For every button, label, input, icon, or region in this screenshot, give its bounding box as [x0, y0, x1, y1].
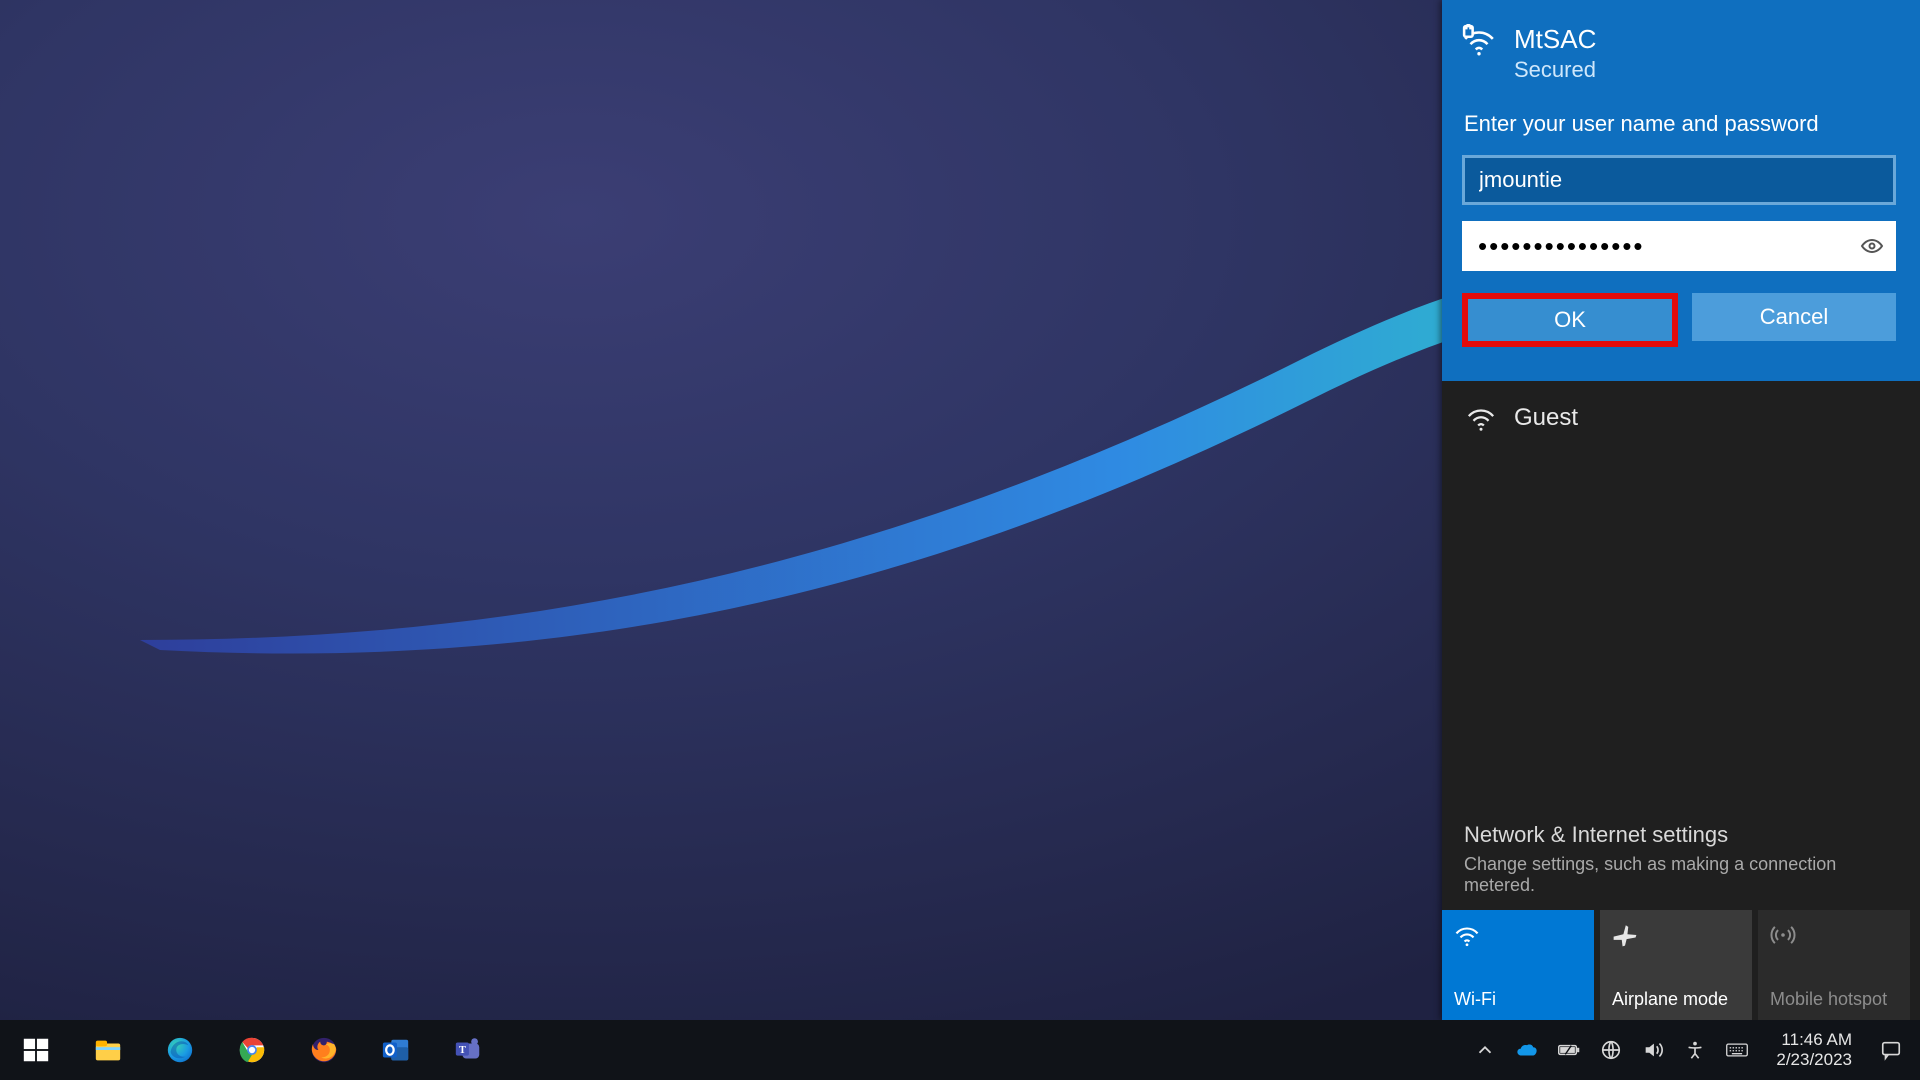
battery-icon[interactable] [1558, 1039, 1580, 1061]
quick-action-tiles: Wi-Fi Airplane mode Mobile hotspot [1442, 910, 1920, 1020]
tile-airplane[interactable]: Airplane mode [1600, 910, 1752, 1020]
tile-airplane-label: Airplane mode [1612, 989, 1740, 1010]
action-center-icon[interactable] [1880, 1039, 1902, 1061]
password-input[interactable] [1462, 221, 1896, 271]
airplane-icon [1612, 922, 1638, 948]
taskbar-date: 2/23/2023 [1776, 1050, 1852, 1070]
taskbar: T 11:46 AM 2/23/2023 [0, 1020, 1920, 1080]
username-input[interactable] [1462, 155, 1896, 205]
network-item-label: Guest [1514, 404, 1578, 432]
volume-icon[interactable] [1642, 1039, 1664, 1061]
tile-hotspot-label: Mobile hotspot [1770, 989, 1898, 1010]
taskbar-clock[interactable]: 11:46 AM 2/23/2023 [1768, 1030, 1860, 1069]
keyboard-icon[interactable] [1726, 1039, 1748, 1061]
file-explorer-icon[interactable] [86, 1028, 130, 1072]
network-name: MtSAC [1514, 24, 1596, 55]
tile-hotspot[interactable]: Mobile hotspot [1758, 910, 1910, 1020]
ok-button-highlight: OK [1462, 293, 1678, 347]
wifi-secured-icon [1462, 24, 1496, 58]
accessibility-icon[interactable] [1684, 1039, 1706, 1061]
network-settings-subtitle: Change settings, such as making a connec… [1464, 854, 1898, 896]
ok-button[interactable]: OK [1468, 299, 1672, 341]
wifi-icon [1454, 922, 1480, 948]
credentials-prompt: Enter your user name and password [1464, 111, 1896, 137]
firefox-icon[interactable] [302, 1028, 346, 1072]
edge-icon[interactable] [158, 1028, 202, 1072]
network-settings-title: Network & Internet settings [1464, 822, 1898, 848]
network-globe-icon[interactable] [1600, 1039, 1622, 1061]
network-settings-link[interactable]: Network & Internet settings Change setti… [1442, 804, 1920, 910]
network-flyout: MtSAC Secured Enter your user name and p… [1442, 0, 1920, 1020]
outlook-icon[interactable] [374, 1028, 418, 1072]
start-button[interactable] [14, 1028, 58, 1072]
reveal-password-icon[interactable] [1860, 234, 1884, 258]
onedrive-icon[interactable] [1516, 1039, 1538, 1061]
teams-icon[interactable]: T [446, 1028, 490, 1072]
tile-wifi[interactable]: Wi-Fi [1442, 910, 1594, 1020]
tray-chevron-up-icon[interactable] [1474, 1039, 1496, 1061]
taskbar-time: 11:46 AM [1776, 1030, 1852, 1050]
cancel-button[interactable]: Cancel [1692, 293, 1896, 341]
selected-network-panel: MtSAC Secured Enter your user name and p… [1442, 0, 1920, 381]
network-status: Secured [1514, 57, 1596, 83]
wifi-open-icon [1466, 403, 1496, 433]
chrome-icon[interactable] [230, 1028, 274, 1072]
network-item-guest[interactable]: Guest [1442, 381, 1920, 455]
tile-wifi-label: Wi-Fi [1454, 989, 1582, 1010]
hotspot-icon [1770, 922, 1796, 948]
svg-text:T: T [459, 1045, 466, 1056]
